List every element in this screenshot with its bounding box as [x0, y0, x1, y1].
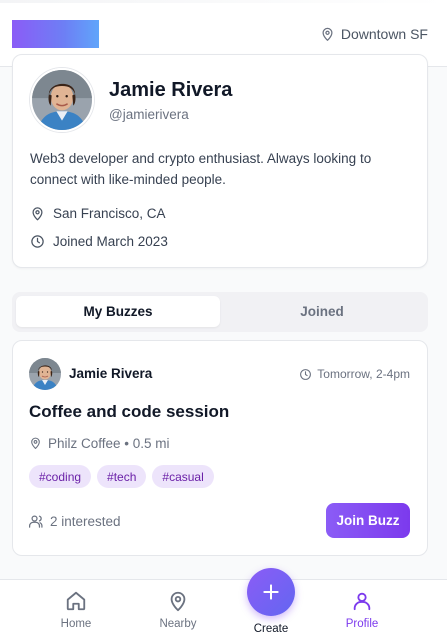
- tab-joined[interactable]: Joined: [220, 296, 424, 327]
- profile-city: San Francisco, CA: [53, 205, 166, 221]
- buzz-tabs: My Buzzes Joined: [12, 292, 428, 332]
- clock-icon: [31, 234, 44, 248]
- buzz-time: Tomorrow, 2-4pm: [299, 366, 410, 382]
- nav-profile-label: Profile: [345, 618, 379, 630]
- map-pin-icon: [322, 27, 333, 41]
- clock-icon: [300, 368, 312, 380]
- buzz-place-label: Philz Coffee • 0.5 mi: [48, 435, 170, 451]
- buzz-time-label: Tomorrow, 2-4pm: [317, 367, 410, 381]
- tag-chip[interactable]: #coding: [29, 465, 92, 488]
- buzz-title: Coffee and code session: [29, 402, 230, 421]
- buzz-place: Philz Coffee • 0.5 mi: [29, 434, 170, 452]
- location-selector[interactable]: Downtown SF: [320, 24, 428, 44]
- bottom-nav: Home Nearby Create Profile: [0, 579, 447, 644]
- host-name: Jamie Rivera: [69, 366, 153, 381]
- app: Downtown SF Jamie Rivera @jamierivera We…: [0, 0, 447, 644]
- profile-handle: @jamierivera: [109, 107, 189, 122]
- header-top-strip: [0, 0, 447, 3]
- profile-location-row: San Francisco, CA: [30, 204, 166, 222]
- profile-joined-row: Joined March 2023: [30, 232, 168, 250]
- profile-avatar[interactable]: [30, 68, 94, 132]
- location-label: Downtown SF: [340, 26, 428, 42]
- profile-card: Jamie Rivera @jamierivera Web3 developer…: [12, 54, 428, 268]
- nav-home-label: Home: [60, 618, 92, 630]
- nav-profile[interactable]: Profile: [332, 590, 392, 636]
- tab-my-buzzes[interactable]: My Buzzes: [16, 296, 220, 327]
- plus-icon: [263, 584, 279, 600]
- buzz-card[interactable]: Jamie Rivera Tomorrow, 2-4pm Coffee and …: [12, 340, 428, 556]
- tag-chip[interactable]: #tech: [97, 465, 147, 488]
- users-icon: [29, 515, 43, 528]
- nav-create-label: Create: [253, 623, 289, 635]
- host-avatar[interactable]: [29, 358, 61, 390]
- nav-home[interactable]: Home: [46, 590, 106, 636]
- profile-name: Jamie Rivera: [109, 79, 233, 101]
- tag-chip[interactable]: #casual: [152, 465, 214, 488]
- avatar-portrait-icon: [32, 70, 92, 130]
- app-logo[interactable]: [12, 20, 99, 48]
- create-button[interactable]: [247, 568, 295, 616]
- profile-joined: Joined March 2023: [53, 233, 168, 249]
- map-pin-icon: [32, 206, 43, 220]
- map-pin-icon: [31, 437, 40, 449]
- user-icon: [353, 592, 371, 611]
- map-pin-icon: [170, 591, 186, 612]
- interested-count: 2 interested: [29, 512, 121, 530]
- home-icon: [66, 591, 86, 611]
- nav-nearby[interactable]: Nearby: [148, 590, 208, 636]
- buzz-tags: #coding #tech #casual: [29, 465, 214, 488]
- nav-nearby-label: Nearby: [159, 618, 197, 630]
- avatar-portrait-icon: [29, 358, 61, 390]
- interested-label: 2 interested: [50, 513, 121, 529]
- join-buzz-button[interactable]: Join Buzz: [326, 503, 410, 538]
- profile-bio: Web3 developer and crypto enthusiast. Al…: [30, 151, 372, 187]
